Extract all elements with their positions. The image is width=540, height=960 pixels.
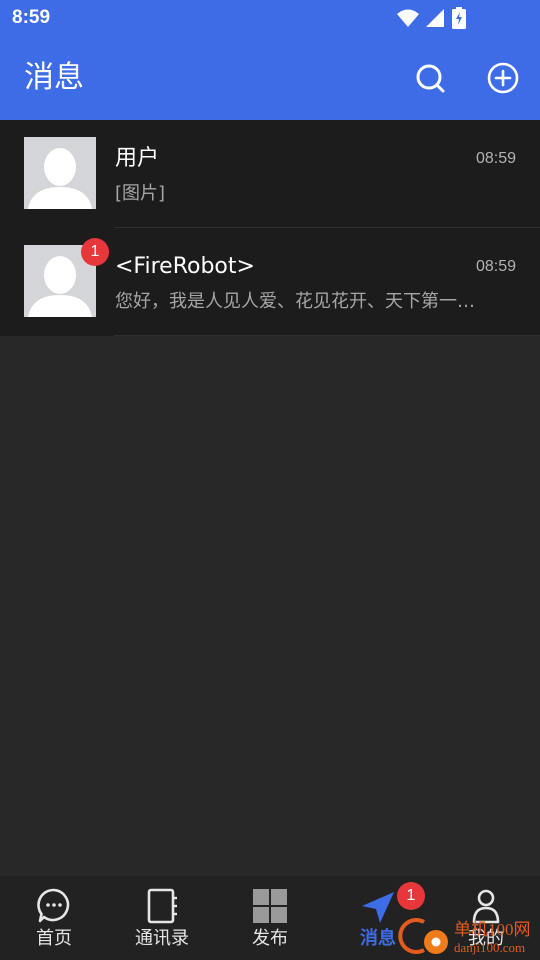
page-title: 消息 [24, 60, 84, 95]
nav-item-contacts[interactable]: 通讯录 [108, 876, 216, 960]
conversation-list: 用户 08:59 [图片] <FireRobot> 08:59 您好，我是人见人… [0, 120, 540, 336]
search-icon [416, 64, 445, 93]
nav-unread-badge: 1 [397, 882, 425, 910]
watermark-title: 单机100网 [454, 920, 531, 939]
conversation-item[interactable]: <FireRobot> 08:59 您好，我是人见人爱、花见花开、天下第一… [0, 228, 540, 336]
conversation-time: 08:59 [475, 258, 516, 275]
nav-label: 发布 [252, 928, 288, 949]
conversation-preview: [图片] [115, 183, 166, 204]
add-circle-icon [487, 62, 519, 94]
chat-bubble-icon [36, 886, 72, 926]
watermark-logo [398, 918, 448, 954]
conversation-preview: 您好，我是人见人爱、花见花开、天下第一… [115, 291, 475, 312]
divider [114, 335, 540, 336]
conversation-name: <FireRobot> [115, 254, 255, 279]
nav-label: 通讯录 [135, 928, 189, 949]
grid-icon [252, 886, 288, 926]
contacts-book-icon [144, 886, 180, 926]
add-button[interactable] [485, 60, 521, 96]
status-bar: 8:59 [0, 0, 540, 38]
search-button[interactable] [412, 60, 448, 96]
nav-item-publish[interactable]: 发布 [216, 876, 324, 960]
avatar [24, 137, 96, 209]
conversation-item[interactable]: 用户 08:59 [图片] [0, 120, 540, 228]
signal-icon [426, 9, 444, 27]
default-avatar-icon [24, 137, 96, 209]
wifi-icon [397, 9, 419, 27]
app-bar: 消息 [0, 38, 540, 120]
status-time: 8:59 [12, 7, 51, 28]
nav-label: 首页 [36, 928, 72, 949]
conversation-name: 用户 [115, 146, 160, 171]
watermark: 单机100网 danji100.com [396, 908, 540, 960]
watermark-url: danji100.com [454, 940, 526, 955]
navigation-arrow-icon [360, 886, 396, 926]
unread-badge: 1 [81, 238, 109, 266]
conversation-time: 08:59 [475, 150, 516, 167]
nav-item-home[interactable]: 首页 [0, 876, 108, 960]
battery-charging-icon [452, 7, 466, 29]
